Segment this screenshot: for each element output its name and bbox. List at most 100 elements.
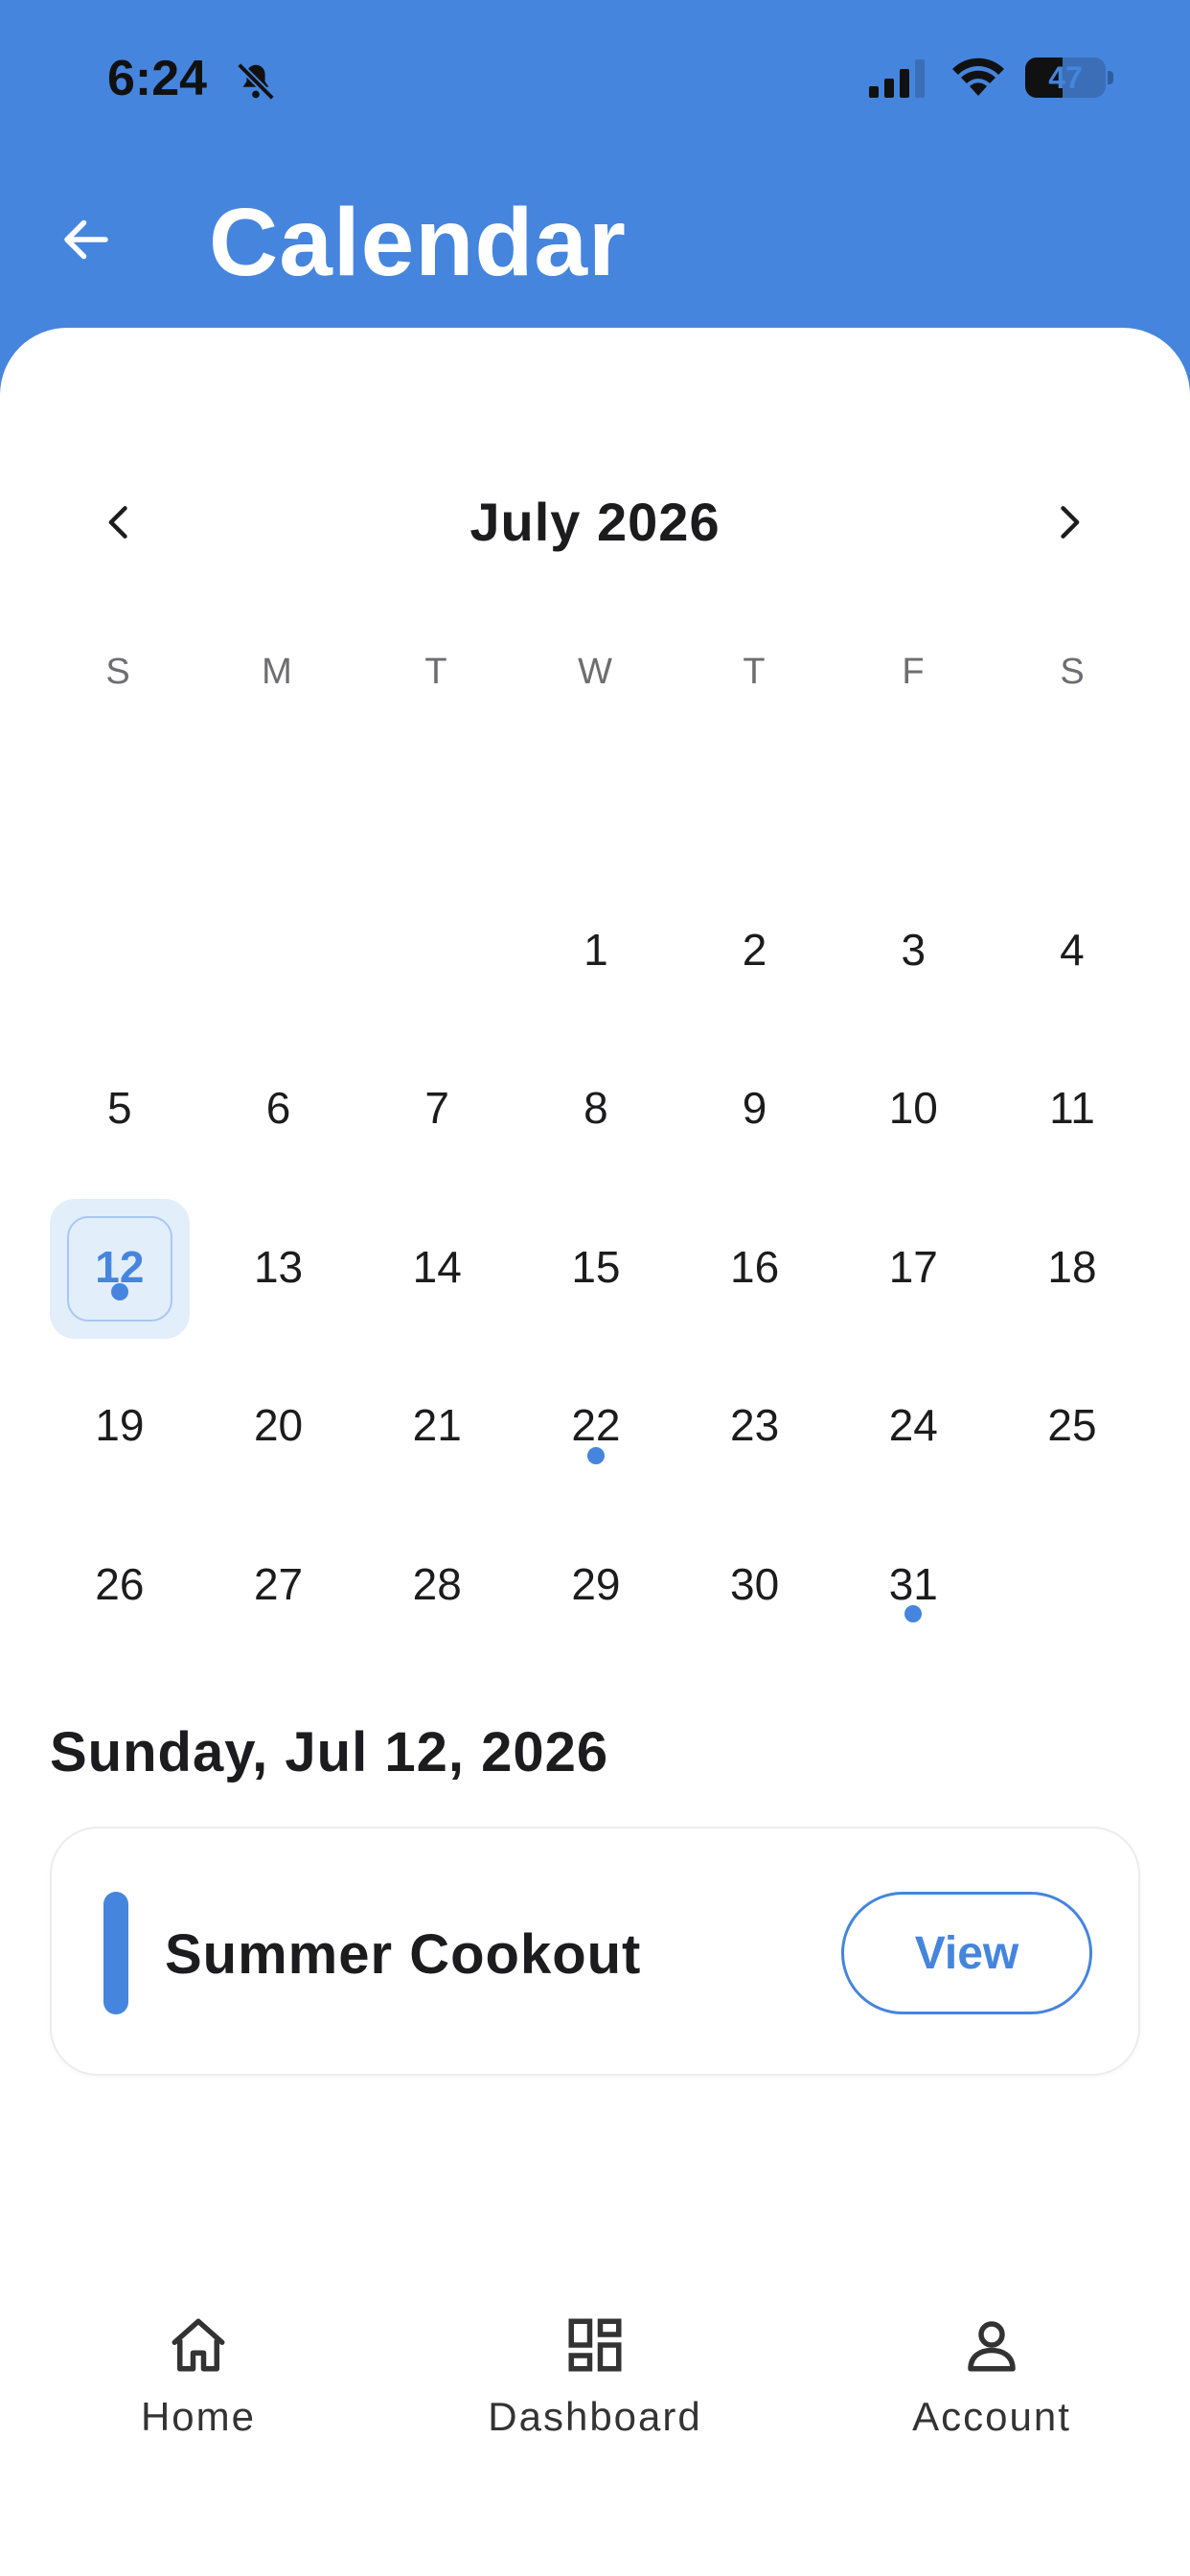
weekday-label: S [1060,652,1085,692]
calendar-day-number: 17 [888,1241,938,1292]
calendar-day-number: 8 [584,1083,608,1134]
calendar-day-number: 15 [571,1241,621,1292]
calendar-day[interactable]: 19 [40,1348,199,1507]
calendar-day-number: 22 [571,1400,621,1451]
cellular-signal-icon [867,59,928,103]
calendar-day-number: 20 [253,1400,304,1451]
calendar-day-number: 5 [107,1083,132,1134]
calendar-blank-cell [199,872,358,1031]
calendar-grid: 1 2 3 4 5 6 7 8 9 10 11 12 13 14 15 16 17 18 19 20 21 22 23 24 2… [40,872,1152,1666]
nav-item-dashboard[interactable]: Dashboard [451,2290,739,2463]
calendar-day-number: 11 [1049,1083,1095,1134]
calendar-day[interactable]: 13 [199,1189,358,1348]
calendar-day[interactable]: 6 [199,1031,358,1190]
calendar-day-selected[interactable]: 12 [40,1189,199,1348]
calendar-day[interactable]: 28 [357,1506,516,1666]
page-title: Calendar [209,189,627,296]
calendar-day[interactable]: 22 [516,1348,675,1507]
bottom-navigation: Home Dashboard Account [0,2290,1190,2463]
calendar-day[interactable]: 31 [834,1506,993,1666]
battery-level: 47 [1048,60,1083,95]
weekday-label: F [902,652,925,692]
weekday-header: S M T W T F S [38,652,1152,693]
calendar-day-number: 21 [412,1400,462,1451]
calendar-day[interactable]: 11 [993,1031,1152,1190]
calendar-day-number: 26 [95,1558,145,1609]
calendar-day[interactable]: 14 [357,1189,516,1348]
calendar-day[interactable]: 30 [675,1506,835,1666]
nav-item-account[interactable]: Account [848,2290,1135,2463]
calendar-day[interactable]: 21 [357,1348,516,1507]
calendar-day[interactable]: 29 [516,1506,675,1666]
calendar-day-number: 24 [888,1400,938,1451]
nav-label: Account [912,2394,1071,2439]
home-icon [172,2318,225,2372]
weekday-label: W [578,652,612,692]
weekday-label: T [424,652,447,692]
calendar-day[interactable]: 10 [834,1031,993,1190]
previous-month-button[interactable] [86,489,153,556]
calendar-day-number: 27 [253,1558,304,1609]
nav-item-home[interactable]: Home [55,2290,342,2463]
calendar-day[interactable]: 23 [675,1348,835,1507]
calendar-day-number: 29 [571,1558,621,1609]
calendar-blank-cell [40,872,199,1031]
calendar-day[interactable]: 7 [357,1031,516,1190]
calendar-day[interactable]: 25 [993,1348,1152,1507]
weekday-label: S [105,652,130,692]
event-indicator-dot [904,1605,923,1622]
calendar-day-number: 1 [584,924,608,975]
calendar-day-number: 28 [412,1558,462,1609]
calendar-day-number: 10 [888,1083,938,1134]
event-color-bar [103,1892,128,2014]
event-indicator-dot [110,1283,128,1300]
calendar-day[interactable]: 2 [675,872,835,1031]
calendar-day[interactable]: 26 [40,1506,199,1666]
calendar-day-number: 3 [901,924,927,975]
calendar-day[interactable]: 1 [516,872,675,1031]
calendar-day-number: 7 [424,1083,450,1134]
nav-label: Dashboard [488,2394,702,2439]
bell-muted-icon [234,59,278,108]
calendar-day-number: 6 [265,1083,291,1134]
calendar-day[interactable]: 4 [993,872,1152,1031]
weekday-label: T [743,652,766,692]
arrow-left-icon [64,219,108,260]
calendar-day[interactable]: 16 [675,1189,835,1348]
calendar-day[interactable]: 20 [199,1348,358,1507]
calendar-day[interactable]: 5 [40,1031,199,1190]
calendar-day[interactable]: 3 [834,872,993,1031]
selected-date-label: Sunday, Jul 12, 2026 [50,1721,609,1783]
calendar-blank-cell [357,872,516,1031]
calendar-day[interactable]: 15 [516,1189,675,1348]
calendar-day[interactable]: 17 [834,1189,993,1348]
calendar-day-number: 19 [95,1400,145,1451]
event-title: Summer Cookout [165,1923,642,1986]
calendar-day-number: 31 [888,1558,938,1609]
weekday-label: M [262,652,292,692]
calendar-day[interactable]: 9 [675,1031,835,1190]
calendar-day-number: 14 [412,1241,462,1292]
calendar-day-number: 23 [730,1400,780,1451]
wifi-icon [950,56,1006,103]
account-icon [968,2321,1016,2372]
calendar-day-number: 13 [253,1241,304,1292]
nav-label: Home [140,2394,257,2439]
status-time: 6:24 [107,51,208,106]
month-label: July 2026 [469,492,721,552]
calendar-day[interactable]: 24 [834,1348,993,1507]
battery-indicator: 47 [1025,58,1113,98]
dashboard-icon [568,2318,622,2372]
back-button[interactable] [48,201,125,278]
event-indicator-dot [586,1446,605,1464]
chevron-right-icon [1061,506,1080,539]
next-month-button[interactable] [1035,489,1102,556]
calendar-day-number: 16 [730,1241,780,1292]
calendar-day[interactable]: 18 [993,1189,1152,1348]
calendar-day-number: 4 [1060,924,1085,975]
event-card[interactable]: Summer Cookout View [50,1827,1140,2076]
calendar-day-number: 25 [1047,1400,1097,1451]
calendar-day[interactable]: 8 [516,1031,675,1190]
view-event-button[interactable]: View [841,1892,1092,2014]
calendar-day[interactable]: 27 [199,1506,358,1666]
